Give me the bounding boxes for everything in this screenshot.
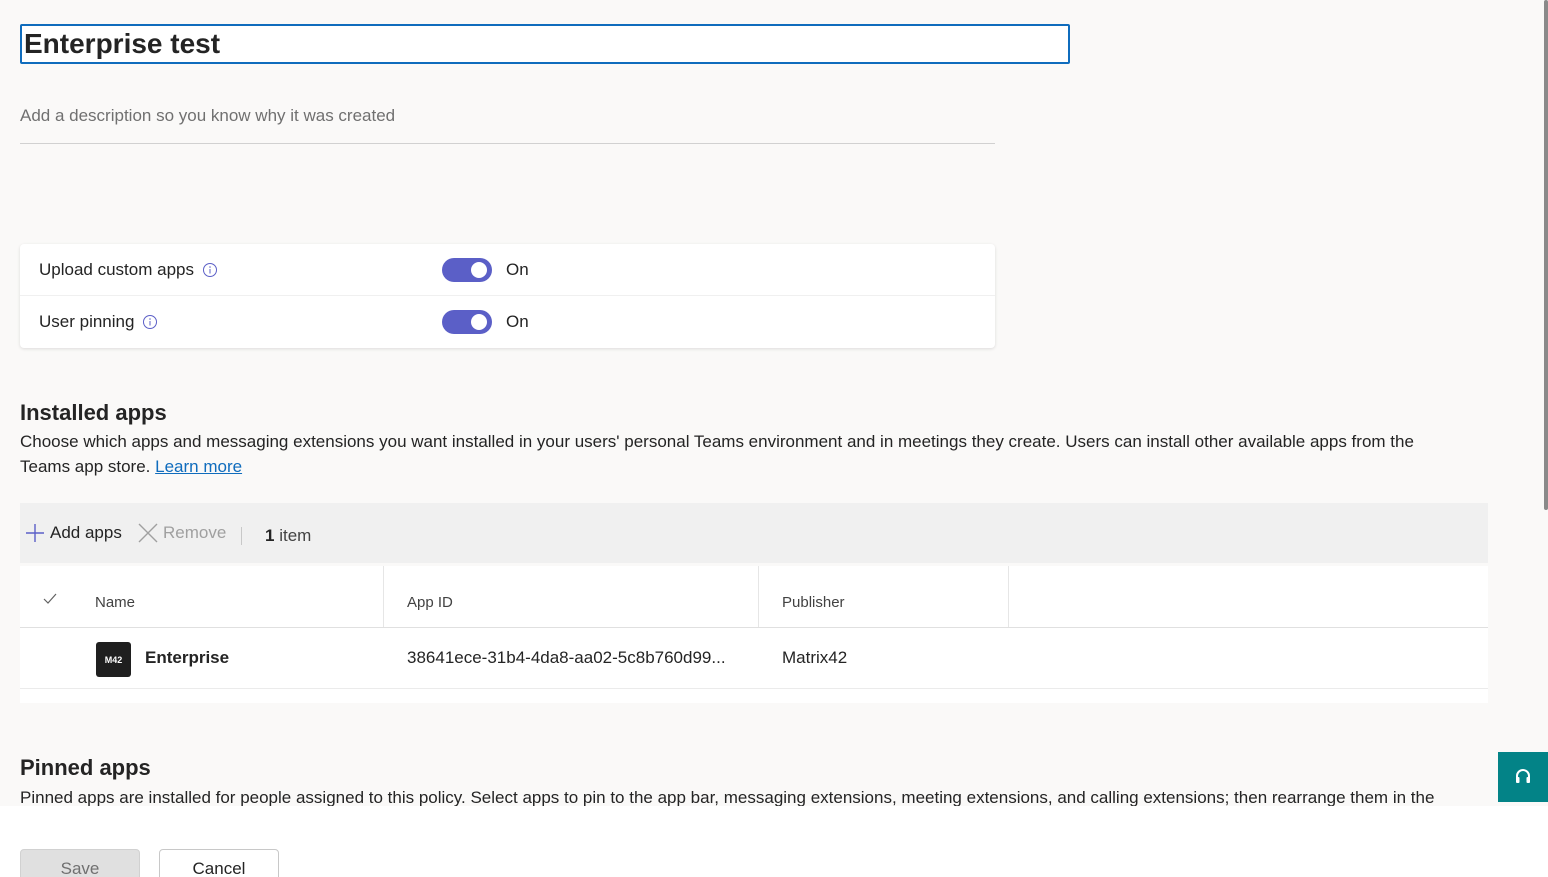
policy-description-placeholder: Add a description so you know why it was… — [20, 106, 396, 125]
installed-apps-toolbar: Add apps Remove 1 item — [20, 503, 1488, 563]
column-header-app-id[interactable]: App ID — [384, 566, 759, 627]
toolbar-divider — [241, 527, 242, 545]
pinned-apps-title: Pinned apps — [20, 755, 151, 780]
remove-label: Remove — [163, 523, 227, 542]
checkmark-icon — [43, 593, 57, 604]
app-logo: M42 — [96, 642, 131, 677]
cancel-button[interactable]: Cancel — [159, 849, 279, 877]
item-count-unit: item — [279, 526, 312, 545]
item-count: 1 item — [265, 526, 311, 546]
policy-description-input[interactable]: Add a description so you know why it was… — [20, 106, 995, 144]
help-button[interactable] — [1498, 752, 1548, 802]
footer-bar: Save Cancel — [0, 806, 1548, 877]
upload-custom-apps-toggle[interactable] — [442, 257, 492, 282]
page-scrollbar[interactable] — [1544, 0, 1548, 510]
installed-apps-title: Installed apps — [20, 400, 167, 425]
app-name[interactable]: Enterprise — [145, 648, 229, 668]
remove-button[interactable]: Remove — [137, 522, 226, 544]
column-header-publisher[interactable]: Publisher — [759, 566, 1009, 627]
learn-more-link[interactable]: Learn more — [155, 457, 242, 476]
toggle-state: On — [506, 259, 529, 279]
setting-row-upload-custom-apps: Upload custom apps On — [20, 244, 995, 296]
setting-label-text: Upload custom apps — [39, 259, 194, 279]
installed-apps-table: Name App ID Publisher M42 Enterprise 386… — [20, 566, 1488, 703]
settings-card: Upload custom apps On User pinning On — [20, 244, 995, 348]
info-icon[interactable] — [202, 262, 218, 278]
setting-label: User pinning — [39, 312, 158, 332]
table-header: Name App ID Publisher — [20, 566, 1488, 628]
toggle-state: On — [506, 312, 529, 331]
policy-name-input[interactable]: Enterprise test — [20, 24, 1070, 64]
info-icon[interactable] — [142, 314, 158, 330]
app-publisher: Matrix42 — [782, 648, 848, 667]
add-apps-button[interactable]: Add apps — [24, 522, 122, 544]
pinned-apps-description: Pinned apps are installed for people ass… — [20, 788, 1435, 806]
select-all-checkbox[interactable] — [20, 566, 80, 627]
setting-row-user-pinning: User pinning On — [20, 296, 995, 348]
column-header-name[interactable]: Name — [80, 566, 384, 627]
setting-label-text: User pinning — [39, 312, 135, 331]
policy-name-value: Enterprise test — [24, 28, 221, 59]
save-button[interactable]: Save — [20, 849, 140, 877]
item-count-number: 1 — [265, 526, 275, 545]
user-pinning-toggle[interactable] — [442, 310, 492, 334]
setting-label: Upload custom apps — [39, 260, 218, 280]
plus-icon — [26, 524, 44, 542]
add-apps-label: Add apps — [50, 523, 122, 542]
headset-icon — [1516, 769, 1530, 783]
table-row[interactable]: M42 Enterprise 38641ece-31b4-4da8-aa02-5… — [20, 628, 1488, 689]
installed-apps-description: Choose which apps and messaging extensio… — [20, 429, 1460, 479]
close-icon — [138, 523, 158, 543]
policy-editor: Enterprise test Add a description so you… — [0, 0, 1548, 806]
app-id: 38641ece-31b4-4da8-aa02-5c8b760d99... — [407, 648, 726, 667]
